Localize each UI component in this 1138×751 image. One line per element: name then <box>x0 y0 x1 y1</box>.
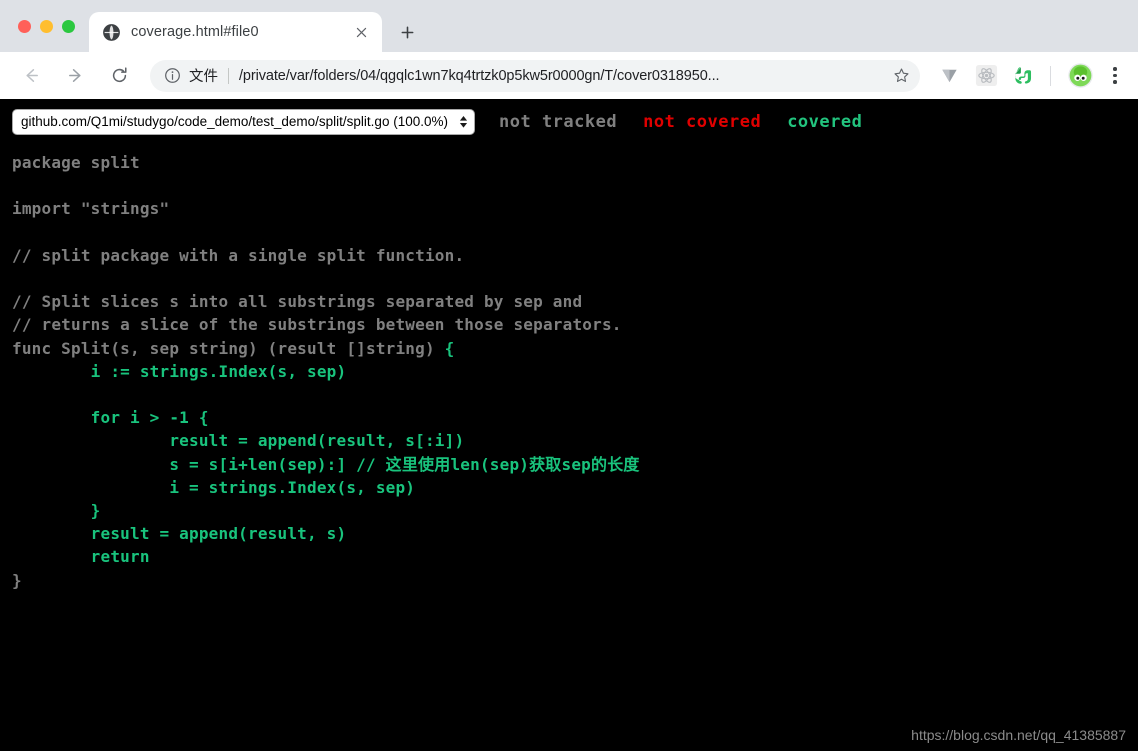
bookmark-star-icon[interactable] <box>888 63 914 89</box>
window-controls <box>0 0 89 52</box>
code-line: result = append(result, s[:i]) <box>12 431 465 451</box>
menu-dot-icon <box>1113 73 1117 78</box>
scheme-label: 文件 <box>189 69 218 85</box>
chrome-menu-button[interactable] <box>1102 62 1128 90</box>
menu-dot-icon <box>1113 80 1117 84</box>
coverage-page: github.com/Q1mi/studygo/code_demo/test_d… <box>0 99 1138 751</box>
close-window-button[interactable] <box>18 19 31 33</box>
info-circle-icon[interactable] <box>164 67 181 84</box>
evernote-icon[interactable] <box>1009 62 1037 90</box>
url-text[interactable]: /private/var/folders/04/qgqlc1wn7kq4trtz… <box>239 68 884 84</box>
legend-covered: covered <box>787 111 863 132</box>
close-icon[interactable] <box>350 21 372 43</box>
reload-button[interactable] <box>104 61 134 91</box>
toolbar-divider <box>1050 65 1051 86</box>
code-line: package split <box>12 153 140 172</box>
forward-button[interactable] <box>60 61 90 91</box>
address-bar[interactable]: 文件 /private/var/folders/04/qgqlc1wn7kq4t… <box>150 59 920 92</box>
code-line: // Split slices s into all substrings se… <box>12 292 583 312</box>
code-line: } <box>12 570 22 590</box>
tab-strip: coverage.html#file0 <box>0 0 1138 52</box>
code-line: for i > -1 { <box>12 408 209 428</box>
code-line: // returns a slice of the substrings bet… <box>12 315 622 335</box>
globe-icon <box>103 23 120 41</box>
file-select-wrapper: github.com/Q1mi/studygo/code_demo/test_d… <box>12 108 475 135</box>
tab-title: coverage.html#file0 <box>131 24 259 40</box>
extension-icons <box>926 62 1128 90</box>
menu-dot-icon <box>1113 67 1117 71</box>
code-line-tail: { <box>444 338 455 358</box>
coverage-toolbar: github.com/Q1mi/studygo/code_demo/test_d… <box>0 99 1138 137</box>
legend-not-covered: not covered <box>643 111 762 132</box>
vimium-icon[interactable] <box>935 62 963 90</box>
back-button[interactable] <box>16 61 46 91</box>
react-devtools-icon[interactable] <box>972 62 1000 90</box>
code-line: } <box>12 501 101 521</box>
code-line: func Split(s, sep string) (result []stri… <box>12 338 445 358</box>
minimize-window-button[interactable] <box>40 19 53 33</box>
file-select[interactable]: github.com/Q1mi/studygo/code_demo/test_d… <box>12 108 475 135</box>
code-line: s = s[i+len(sep):] // 这里使用len(sep)获取sep的… <box>12 454 640 474</box>
profile-avatar[interactable] <box>1066 62 1094 90</box>
code-line: i := strings.Index(s, sep) <box>12 361 347 381</box>
browser-window: coverage.html#file0 文件 /private/var/fold… <box>0 0 1138 751</box>
coverage-legend: not tracked not covered covered <box>499 112 862 132</box>
code-line: import "strings" <box>12 199 170 219</box>
coverage-source-code: package split import "strings" // split … <box>0 137 1138 592</box>
new-tab-button[interactable] <box>392 17 422 47</box>
maximize-window-button[interactable] <box>62 19 75 33</box>
browser-toolbar: 文件 /private/var/folders/04/qgqlc1wn7kq4t… <box>0 52 1138 99</box>
code-line: return <box>12 547 150 567</box>
omnibox-divider <box>228 67 229 84</box>
legend-not-tracked: not tracked <box>499 111 618 132</box>
browser-tab-coverage[interactable]: coverage.html#file0 <box>89 12 382 52</box>
code-line: // split package with a single split fun… <box>12 245 465 265</box>
code-line: i = strings.Index(s, sep) <box>12 477 416 497</box>
watermark-text: https://blog.csdn.net/qq_41385887 <box>911 727 1126 743</box>
code-line: result = append(result, s) <box>12 524 347 544</box>
